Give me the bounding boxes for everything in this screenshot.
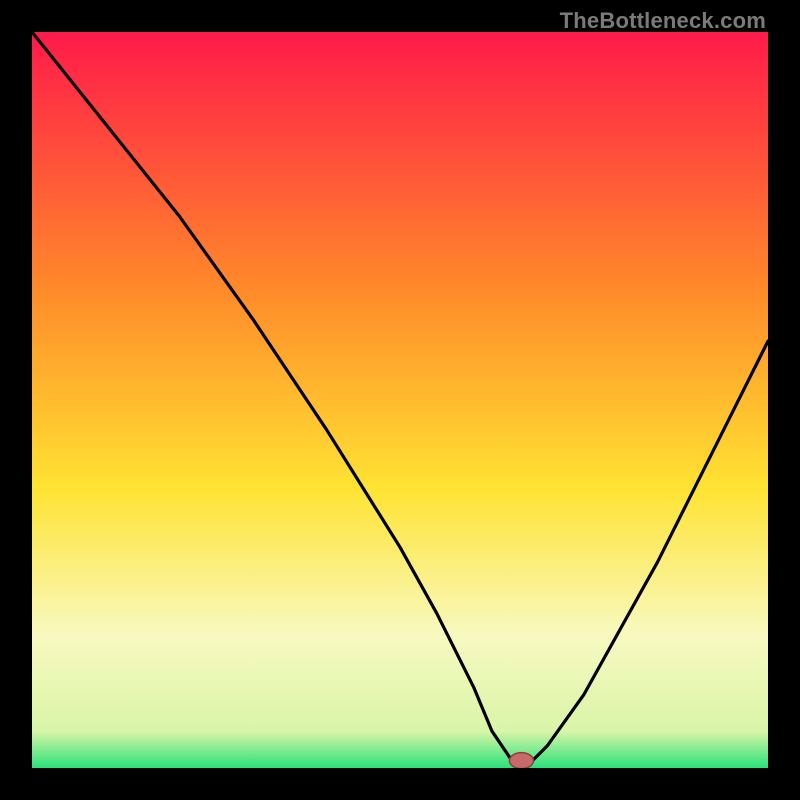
watermark-text: TheBottleneck.com xyxy=(560,8,766,34)
bottleneck-chart xyxy=(32,32,768,768)
gradient-background xyxy=(32,32,768,768)
chart-frame: TheBottleneck.com xyxy=(0,0,800,800)
optimum-marker xyxy=(509,753,533,768)
plot-area xyxy=(32,32,768,768)
